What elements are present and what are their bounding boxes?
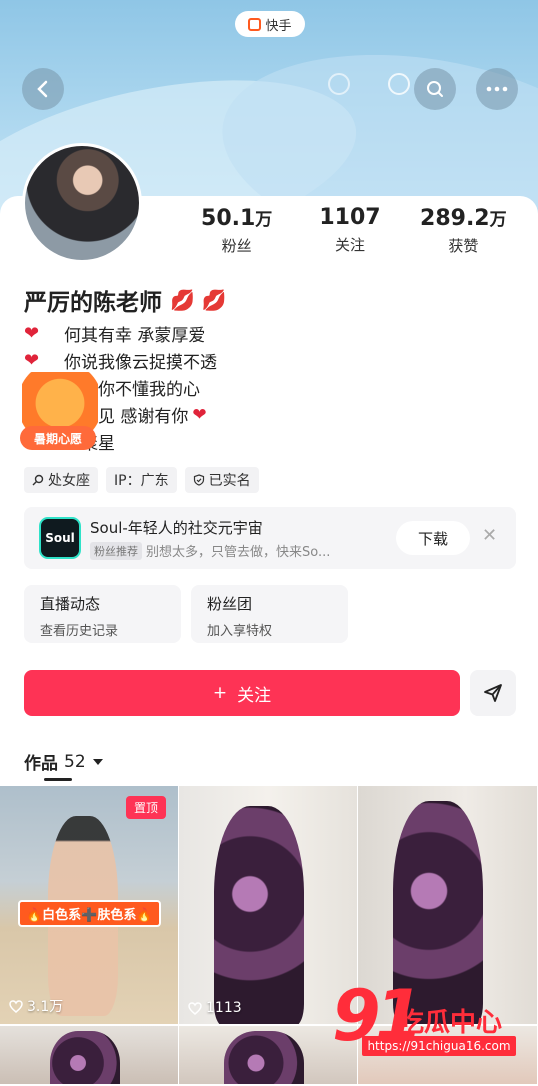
bio-text: 你说我像云捉摸不透 <box>64 353 217 373</box>
ad-badge: 粉丝推荐 <box>90 541 142 560</box>
app-brand-badge: 快手 <box>235 11 305 37</box>
tab-indicator <box>44 778 72 781</box>
profile-tags: 处女座 IP：广东 已实名 <box>24 467 259 493</box>
ad-download-button[interactable]: 下载 <box>396 521 470 555</box>
lips-icon: 💋 💋 <box>170 288 227 312</box>
likes-count: 3.1万 <box>27 999 64 1015</box>
plus-icon: + <box>212 683 228 703</box>
brand-name: 快手 <box>265 18 292 34</box>
ad-subtitle: 粉丝推荐 别想太多，只管去做，快来So... <box>90 541 390 560</box>
chevron-left-icon <box>37 80 48 98</box>
video-overlay-text: 🔥白色系➕肤色系🔥 <box>18 900 161 927</box>
tag-text: IP：广东 <box>114 473 169 489</box>
video-likes: 3.1万 <box>9 996 63 1016</box>
caret-down-icon <box>92 758 103 765</box>
stat-following[interactable]: 1107 关注 <box>293 205 406 256</box>
tag-ip: IP：广东 <box>106 467 177 493</box>
shield-check-icon <box>193 474 204 486</box>
zodiac-icon <box>32 474 44 486</box>
stat-label: 获赞 <box>448 237 479 255</box>
watermark-text: 吃瓜中心 <box>398 1008 503 1038</box>
pinned-badge: 置顶 <box>125 796 166 819</box>
stat-unit: 万 <box>255 210 273 230</box>
stat-unit: 万 <box>489 210 507 230</box>
ad-banner[interactable]: Soul Soul-年轻人的社交元宇宙 粉丝推荐 别想太多，只管去做，快来So.… <box>24 507 516 569</box>
search-button[interactable] <box>414 68 456 110</box>
stat-value: 50.1 <box>201 206 256 231</box>
profile-name-text: 严厉的陈老师 <box>24 290 162 316</box>
follow-label: 关注 <box>237 685 272 706</box>
works-label: 作品 <box>24 754 58 774</box>
stat-followers[interactable]: 50.1万 粉丝 <box>180 205 293 256</box>
stat-value: 1107 <box>319 205 381 230</box>
stat-label: 粉丝 <box>221 237 252 255</box>
bio-line: ❤ 何其有幸 承蒙厚爱 <box>24 320 217 347</box>
likes-count: 1113 <box>206 1000 242 1016</box>
stat-likes[interactable]: 289.2万 获赞 <box>407 205 520 256</box>
works-count: 52 <box>64 751 86 772</box>
decorative-icon <box>328 73 350 95</box>
video-thumbnail[interactable]: 置顶 🔥白色系➕肤色系🔥 3.1万 <box>0 786 179 1026</box>
tag-verified: 已实名 <box>184 467 259 493</box>
follow-button[interactable]: + 关注 <box>24 670 460 716</box>
video-image <box>214 806 304 1024</box>
card-subtitle: 查看历史记录 <box>40 624 119 639</box>
avatar[interactable] <box>22 143 142 263</box>
ad-subtitle-text: 别想太多，只管去做，快来So... <box>146 545 331 560</box>
video-image <box>50 1031 120 1084</box>
soul-app-icon: Soul <box>39 517 81 559</box>
bio-text: 何其有幸 承蒙厚爱 <box>64 326 206 346</box>
heart-icon: ❤ <box>24 323 40 344</box>
heart-icon: ❤ <box>24 350 40 371</box>
live-history-card[interactable]: 直播动态 查看历史记录 <box>24 585 181 643</box>
bio-line: ❤ 你说我像云捉摸不透 <box>24 347 217 374</box>
search-icon <box>427 81 443 97</box>
tag-text: 处女座 <box>48 473 90 489</box>
heart-outline-icon <box>188 1001 202 1015</box>
profile-stats: 50.1万 粉丝 1107 关注 289.2万 获赞 <box>180 205 520 256</box>
card-title: 直播动态 <box>40 595 101 613</box>
more-button[interactable] <box>476 68 518 110</box>
kuaishou-logo-icon <box>248 17 262 31</box>
close-icon[interactable]: ✕ <box>482 525 497 546</box>
back-button[interactable] <box>22 68 64 110</box>
more-icon <box>486 86 508 92</box>
stat-label: 关注 <box>334 236 365 254</box>
video-thumbnail[interactable] <box>0 1026 179 1086</box>
heart-outline-icon <box>9 999 23 1013</box>
heart-icon: ❤ <box>192 404 207 425</box>
tag-text: 已实名 <box>208 473 251 489</box>
card-subtitle: 加入享特权 <box>207 624 273 639</box>
watermark-url: https://91chigua16.com <box>362 1036 516 1056</box>
works-tab[interactable]: 作品 52 <box>24 749 104 774</box>
decorative-icon <box>388 73 410 95</box>
stat-value: 289.2 <box>420 206 490 231</box>
share-button[interactable] <box>470 670 516 716</box>
fan-club-card[interactable]: 粉丝团 加入享特权 <box>191 585 348 643</box>
video-likes: 1113 <box>188 1000 242 1016</box>
tag-zodiac[interactable]: 处女座 <box>24 467 98 493</box>
ad-title: Soul-年轻人的社交元宇宙 <box>90 519 263 537</box>
send-icon <box>484 684 502 702</box>
video-image <box>224 1031 304 1084</box>
card-title: 粉丝团 <box>207 595 253 613</box>
profile-name: 严厉的陈老师 💋 💋 <box>24 283 227 317</box>
sticker-label[interactable]: 暑期心愿 <box>20 426 96 450</box>
